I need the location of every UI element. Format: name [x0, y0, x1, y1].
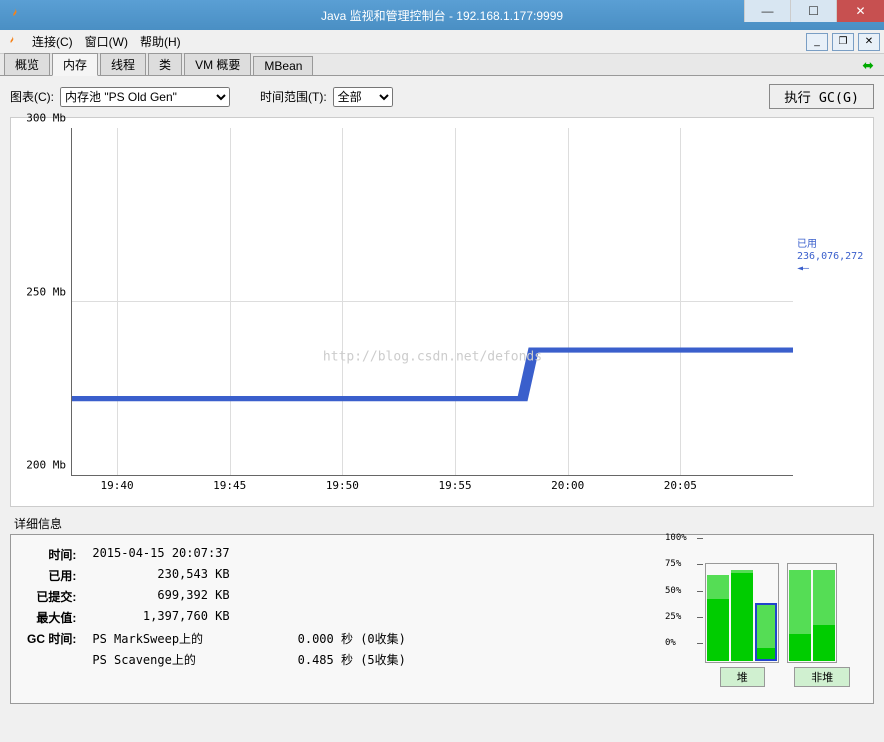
max-label: 最大值:: [21, 608, 82, 627]
details-box: 时间:2015-04-15 20:07:37 已用:230,543 KB 已提交…: [10, 534, 874, 704]
gc1-value: 0.000 秒 (0收集): [238, 629, 412, 648]
menu-connect[interactable]: 连接(C): [32, 33, 73, 50]
tab-classes[interactable]: 类: [148, 53, 182, 75]
menu-help[interactable]: 帮助(H): [140, 33, 181, 50]
titlebar: Java 监视和管理控制台 - 192.168.1.177:9999 — ☐ ✕: [0, 0, 884, 30]
details-title: 详细信息: [14, 515, 874, 532]
chart-plot: 200 Mb 250 Mb 300 Mb 19:40 19:45 19:50 1…: [71, 128, 793, 476]
x-tick: 19:50: [326, 479, 359, 492]
close-button[interactable]: ✕: [836, 0, 884, 22]
heap-button[interactable]: 堆: [720, 667, 765, 687]
java-icon: [4, 34, 20, 50]
used-label: 已用:: [21, 566, 82, 585]
tab-vm[interactable]: VM 概要: [184, 53, 251, 75]
chart-area: 200 Mb 250 Mb 300 Mb 19:40 19:45 19:50 1…: [10, 117, 874, 507]
minimize-button[interactable]: —: [744, 0, 790, 22]
time-label: 时间范围(T):: [260, 88, 327, 105]
internal-minimize-button[interactable]: _: [806, 33, 828, 51]
tab-overview[interactable]: 概览: [4, 53, 50, 75]
max-value: 1,397,760 KB: [84, 608, 235, 627]
current-value-label: 已用 236,076,272 ◄—: [797, 239, 863, 275]
committed-value: 699,392 KB: [84, 587, 235, 606]
connected-icon: ⬌: [862, 57, 874, 74]
chart-line: [72, 128, 793, 475]
nonheap-button[interactable]: 非堆: [794, 667, 850, 687]
time-value: 2015-04-15 20:07:37: [84, 545, 235, 564]
memory-bars: 0% 25% 50% 75% 100% 堆 非堆: [665, 543, 865, 695]
gc-label: GC 时间:: [21, 629, 82, 648]
time-select[interactable]: 全部: [333, 87, 393, 107]
committed-label: 已提交:: [21, 587, 82, 606]
nonheap-bar-group[interactable]: [787, 563, 837, 663]
gc2-value: 0.485 秒 (5收集): [238, 650, 412, 669]
y-tick: 300 Mb: [26, 112, 66, 125]
time-label: 时间:: [21, 545, 82, 564]
gc1-name: PS MarkSweep上的: [84, 629, 235, 648]
y-tick: 250 Mb: [26, 285, 66, 298]
tabbar: 概览 内存 线程 类 VM 概要 MBean ⬌: [0, 54, 884, 76]
y-tick: 200 Mb: [26, 459, 66, 472]
java-icon: [6, 6, 24, 24]
menu-window[interactable]: 窗口(W): [85, 33, 128, 50]
gc2-name: PS Scavenge上的: [84, 650, 235, 669]
window-title: Java 监视和管理控制台 - 192.168.1.177:9999: [321, 7, 563, 24]
x-tick: 19:55: [438, 479, 471, 492]
internal-close-button[interactable]: ✕: [858, 33, 880, 51]
internal-restore-button[interactable]: ❐: [832, 33, 854, 51]
x-tick: 19:45: [213, 479, 246, 492]
menubar: 连接(C) 窗口(W) 帮助(H) _ ❐ ✕: [0, 30, 884, 54]
x-tick: 20:00: [551, 479, 584, 492]
chart-label: 图表(C):: [10, 88, 54, 105]
tab-memory[interactable]: 内存: [52, 53, 98, 76]
maximize-button[interactable]: ☐: [790, 0, 836, 22]
heap-bar-group[interactable]: [705, 563, 779, 663]
x-tick: 19:40: [101, 479, 134, 492]
used-value: 230,543 KB: [84, 566, 235, 585]
chart-controls: 图表(C): 内存池 "PS Old Gen" 时间范围(T): 全部 执行 G…: [10, 84, 874, 109]
tab-threads[interactable]: 线程: [100, 53, 146, 75]
chart-select[interactable]: 内存池 "PS Old Gen": [60, 87, 230, 107]
x-tick: 20:05: [664, 479, 697, 492]
gc-button[interactable]: 执行 GC(G): [769, 84, 874, 109]
tab-mbean[interactable]: MBean: [253, 56, 313, 75]
